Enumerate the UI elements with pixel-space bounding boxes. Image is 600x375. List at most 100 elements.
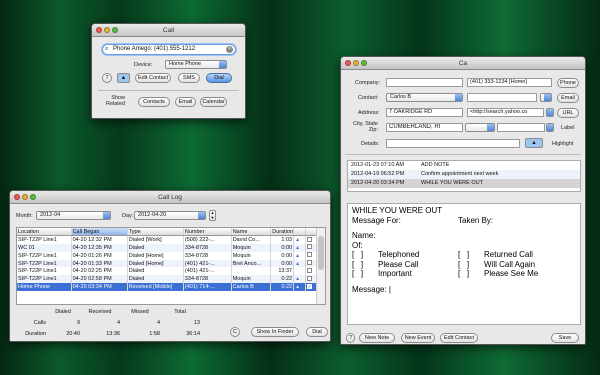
url-button[interactable]: URL — [557, 108, 579, 118]
zoom-button[interactable] — [30, 194, 36, 200]
notes-list[interactable]: 2012-01-23 07:10 AM ADD NOTE 2012-04-19 0… — [347, 160, 581, 192]
memo-editor[interactable]: WHILE YOU WERE OUT Message For: Taken By:… — [347, 203, 581, 325]
contact-card-icon[interactable]: ▲ — [293, 251, 306, 260]
month-label: Month: — [16, 213, 33, 219]
important: Important — [378, 269, 412, 278]
company-label: Company: — [355, 80, 381, 86]
email-button[interactable]: Email — [557, 93, 579, 103]
address-label: Address: — [358, 110, 380, 116]
table-row[interactable]: SIP-T22P Line1 04-20 01:26 PM Dialed [Home… — [17, 251, 318, 260]
minimize-button[interactable] — [353, 60, 359, 66]
col-type[interactable]: Type — [127, 228, 184, 237]
url-field[interactable]: <http://search.yahoo.co — [467, 108, 544, 117]
label-field[interactable] — [497, 123, 545, 132]
vertical-scrollbar[interactable] — [316, 228, 325, 304]
email-button[interactable]: Email — [175, 97, 196, 107]
details-field[interactable] — [386, 139, 520, 148]
device-select[interactable]: Home Phone — [165, 60, 227, 69]
duration-label: Duration — [25, 330, 46, 337]
call-log-title: Call Log — [158, 194, 182, 201]
table-row[interactable]: SIP-T22P Line1 04-20 02:58 PM Dialed 334-87… — [17, 275, 318, 284]
memo-message: Message: — [352, 284, 387, 294]
row-checkbox[interactable] — [305, 267, 318, 276]
contacts-button[interactable]: Contacts — [138, 97, 170, 107]
address-field[interactable]: 7 OAKRIDGE RD — [386, 108, 463, 117]
show-in-finder-button[interactable]: Show In Finder — [251, 327, 299, 337]
dial-button[interactable]: Dial — [306, 327, 328, 337]
checkbox-text: [ ] — [458, 250, 470, 259]
checkbox-text: [ ] — [458, 269, 470, 278]
edit-contact-button[interactable]: Edit Contact — [440, 333, 478, 343]
number-search-field[interactable]: ⌕ Phone Amego: (401) 555-1212 × — [102, 44, 236, 55]
month-select[interactable]: 2012-04 — [36, 211, 111, 220]
email-field[interactable] — [467, 93, 537, 102]
city-field[interactable]: CUMBERLAND, RI — [386, 123, 463, 132]
contact-card-icon[interactable]: ▲ — [293, 283, 306, 292]
col-name[interactable]: Name — [231, 228, 272, 237]
refresh-button[interactable]: C — [230, 327, 240, 337]
details-label: Details: — [361, 141, 380, 147]
new-note-button[interactable]: New Note — [359, 333, 395, 343]
note-row-selected[interactable]: 2012-04-20 03:34 PM WHILE YOU WERE OUT — [348, 179, 580, 188]
table-row[interactable]: SIP-T22P Line1 04-20 12:32 PM Dialed [Work… — [17, 235, 318, 244]
note-row[interactable]: 2012-01-23 07:10 AM ADD NOTE — [348, 161, 580, 170]
col-duration[interactable]: Duration — [270, 228, 295, 237]
minimize-button[interactable] — [104, 27, 110, 33]
city-select[interactable] — [465, 123, 495, 132]
table-row[interactable]: SIP-T22P Line1 04-20 02:25 PM Dialed (401) … — [17, 267, 318, 276]
col-call-began[interactable]: Call Began — [71, 228, 128, 237]
url-type-select[interactable] — [546, 108, 554, 117]
contact-select[interactable]: Carlos B — [386, 93, 463, 102]
city-label: City, State Zip: — [353, 121, 378, 133]
memo-name: Name: — [352, 231, 376, 240]
close-button[interactable] — [345, 60, 351, 66]
edit-contact-button[interactable]: Edit Contact — [135, 73, 171, 83]
calls-label: Calls — [33, 319, 46, 326]
row-checkbox[interactable] — [305, 259, 318, 268]
label-select[interactable] — [546, 123, 554, 132]
row-checkbox[interactable] — [305, 251, 318, 260]
help-button[interactable]: ? — [102, 73, 112, 83]
col-location[interactable]: Location — [17, 228, 72, 237]
note-row[interactable]: 2012-04-19 06:52 PM Confirm appointment n… — [348, 170, 580, 179]
sms-button[interactable]: SMS — [178, 73, 200, 83]
zoom-button[interactable] — [361, 60, 367, 66]
vcard-icon[interactable]: ▲ — [117, 73, 130, 83]
help-button[interactable]: ? — [346, 333, 355, 343]
table-row-selected[interactable]: Home Phone 04-20 03:34 PM Received [Mobile… — [17, 283, 318, 292]
new-event-button[interactable]: New Event — [401, 333, 435, 343]
day-select[interactable]: 2012-04-20 — [134, 211, 206, 220]
clear-icon[interactable]: × — [226, 46, 233, 53]
please-call: Please Call — [378, 259, 419, 269]
row-checkbox-checked[interactable]: ✓ — [305, 283, 318, 292]
divider — [98, 90, 239, 91]
totals-dialed-header: Dialed — [55, 308, 71, 315]
memo-of: Of: — [352, 240, 363, 250]
contact-card-icon[interactable]: ▲ — [293, 243, 306, 252]
table-row[interactable]: SIP-T22P Line1 04-20 01:33 PM Dialed [Home… — [17, 259, 318, 268]
col-number[interactable]: Number — [183, 228, 232, 237]
row-checkbox[interactable] — [305, 275, 318, 284]
day-stepper[interactable]: ▲ ▼ — [209, 210, 216, 221]
contact-card-icon[interactable]: ▲ — [293, 235, 306, 244]
totals-missed-header: Missed — [131, 308, 149, 315]
company-field[interactable] — [386, 78, 463, 87]
phone-button[interactable]: Phone — [557, 78, 579, 88]
table-row[interactable]: WC 01 04-20 12:35 PM Dialed 334-8728 Moquin 0… — [17, 243, 318, 252]
close-button[interactable] — [14, 194, 20, 200]
phone-field[interactable]: (401) 333-1234 [Home] — [467, 78, 552, 87]
contact-card-icon[interactable]: ▲ — [293, 259, 306, 268]
contact-card-icon[interactable]: ▲ — [293, 275, 306, 284]
calendar-button[interactable]: Calendar — [200, 97, 227, 107]
dial-button[interactable]: Dial — [206, 73, 232, 83]
close-button[interactable] — [96, 27, 102, 33]
save-button[interactable]: Save — [551, 333, 579, 343]
contact-window: Ca Company: (401) 333-1234 [Home] Phone … — [340, 56, 586, 345]
row-checkbox[interactable] — [305, 235, 318, 244]
minimize-button[interactable] — [22, 194, 28, 200]
row-checkbox[interactable] — [305, 243, 318, 252]
highlight-color-icon[interactable]: ▲ — [525, 138, 543, 148]
email-type-select[interactable] — [540, 93, 552, 102]
zoom-button[interactable] — [112, 27, 118, 33]
contact-title: Ca — [458, 60, 468, 67]
